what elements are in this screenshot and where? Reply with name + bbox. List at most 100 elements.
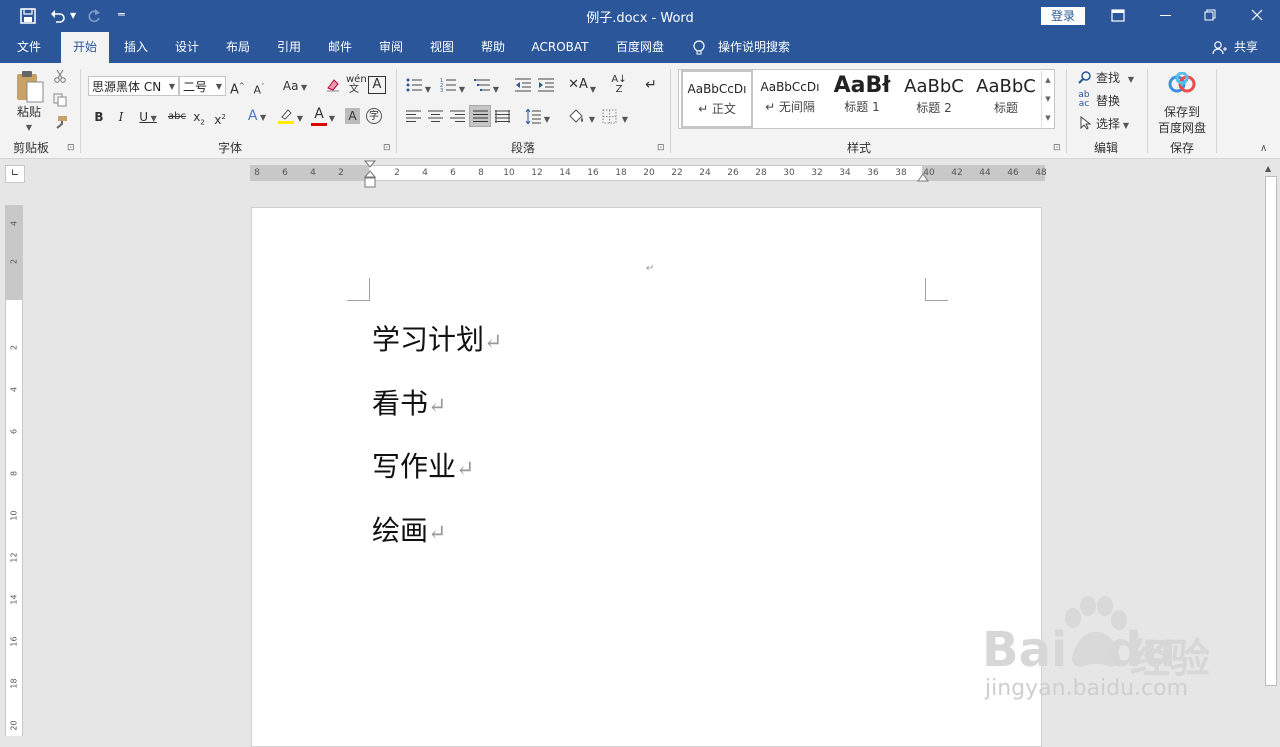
- tell-me-search[interactable]: 操作说明搜索: [714, 32, 794, 63]
- multilevel-dropdown-icon[interactable]: ▼: [492, 81, 500, 99]
- tab-selector[interactable]: ∟: [5, 165, 25, 183]
- doc-paragraph[interactable]: 写作业↵: [372, 445, 474, 485]
- paste-dropdown-icon[interactable]: ▼: [24, 119, 34, 137]
- distributed-icon[interactable]: [495, 110, 510, 123]
- customize-toolbar-icon[interactable]: ═: [118, 8, 125, 21]
- tab-layout[interactable]: 布局: [216, 32, 260, 63]
- vertical-ruler[interactable]: 4 2 2 4 6 8 10 12 14 16 18 20: [5, 205, 23, 736]
- highlight-icon[interactable]: [277, 107, 295, 125]
- tab-review[interactable]: 审阅: [369, 32, 413, 63]
- line-spacing-icon[interactable]: [525, 109, 541, 124]
- change-case-button[interactable]: Aa ▼: [281, 77, 309, 97]
- find-icon[interactable]: [1078, 71, 1091, 84]
- right-indent-marker-icon[interactable]: [917, 172, 929, 182]
- bullets-icon[interactable]: [406, 78, 422, 92]
- increase-indent-icon[interactable]: [538, 78, 554, 92]
- align-center-icon[interactable]: [428, 110, 443, 123]
- show-marks-icon[interactable]: ↵: [644, 76, 658, 94]
- save-to-netdisk-line2[interactable]: 百度网盘: [1154, 119, 1210, 137]
- replace-icon[interactable]: ab ac: [1076, 91, 1092, 109]
- numbering-icon[interactable]: 123: [440, 78, 456, 92]
- sort-icon[interactable]: A↓ Z: [610, 75, 628, 95]
- tab-file[interactable]: 文件: [8, 32, 50, 63]
- format-painter-icon[interactable]: [53, 115, 68, 130]
- scroll-up-icon[interactable]: ▲: [1265, 164, 1271, 173]
- numbering-dropdown-icon[interactable]: ▼: [458, 81, 466, 99]
- styles-scroll-up-icon[interactable]: ▲: [1041, 71, 1054, 89]
- tab-view[interactable]: 视图: [420, 32, 464, 63]
- decrease-indent-icon[interactable]: [515, 78, 531, 92]
- shading-icon[interactable]: [567, 108, 585, 126]
- style-title[interactable]: AaBbC 标题: [970, 70, 1042, 128]
- copy-icon[interactable]: [53, 93, 67, 107]
- minimize-icon[interactable]: [1160, 15, 1171, 16]
- chinese-layout-icon[interactable]: ✕A: [568, 76, 588, 94]
- font-size-combo[interactable]: 二号 ▼: [179, 76, 226, 96]
- styles-more-icon[interactable]: ▼: [1041, 109, 1054, 127]
- tab-mailings[interactable]: 邮件: [318, 32, 362, 63]
- paragraph-launcher-icon[interactable]: ⊡: [657, 143, 665, 153]
- select-cursor-icon[interactable]: [1080, 116, 1091, 130]
- font-name-combo[interactable]: 思源黑体 CN ▼: [88, 76, 179, 96]
- styles-scroll-down-icon[interactable]: ▼: [1041, 90, 1054, 108]
- tab-baidu-netdisk[interactable]: 百度网盘: [608, 32, 672, 63]
- styles-launcher-icon[interactable]: ⊡: [1053, 143, 1061, 153]
- clear-formatting-icon[interactable]: [325, 77, 341, 93]
- align-right-icon[interactable]: [450, 110, 465, 123]
- undo-dropdown-icon[interactable]: ▼: [70, 11, 76, 20]
- shading-dropdown-icon[interactable]: ▼: [588, 111, 596, 129]
- style-normal[interactable]: AaBbCcDı ↵ 正文: [681, 70, 753, 128]
- share-button[interactable]: 共享: [1229, 32, 1263, 63]
- doc-paragraph[interactable]: 绘画↵: [372, 509, 446, 549]
- chinese-layout-dropdown-icon[interactable]: ▼: [589, 81, 597, 99]
- style-heading-1[interactable]: AaBł 标题 1: [826, 70, 898, 128]
- share-person-icon[interactable]: [1212, 40, 1227, 55]
- italic-button[interactable]: I: [114, 108, 128, 126]
- doc-paragraph[interactable]: 看书↵: [372, 382, 446, 422]
- character-border-icon[interactable]: A: [368, 76, 386, 94]
- close-icon[interactable]: [1251, 9, 1263, 21]
- ribbon-display-options-icon[interactable]: [1111, 9, 1125, 22]
- borders-dropdown-icon[interactable]: ▼: [621, 111, 629, 129]
- line-spacing-dropdown-icon[interactable]: ▼: [543, 111, 551, 129]
- tab-acrobat[interactable]: ACROBAT: [526, 32, 594, 63]
- select-button[interactable]: 选择: [1094, 115, 1122, 133]
- vertical-scrollbar[interactable]: ▲: [1263, 160, 1280, 736]
- select-dropdown-icon[interactable]: ▼: [1122, 117, 1130, 135]
- strikethrough-button[interactable]: abc: [168, 108, 186, 126]
- tab-references[interactable]: 引用: [267, 32, 311, 63]
- font-launcher-icon[interactable]: ⊡: [383, 143, 391, 153]
- shrink-font-icon[interactable]: Aˇ: [252, 78, 266, 100]
- collapse-ribbon-icon[interactable]: ∧: [1260, 143, 1267, 154]
- undo-icon[interactable]: [50, 8, 66, 24]
- indent-marker-icon[interactable]: [364, 160, 376, 188]
- style-heading-2[interactable]: AaBbC 标题 2: [898, 70, 970, 128]
- grow-font-icon[interactable]: A^: [230, 77, 245, 99]
- character-shading-icon[interactable]: A: [345, 108, 360, 124]
- redo-icon[interactable]: [86, 8, 102, 24]
- bold-button[interactable]: B: [92, 108, 106, 126]
- baidu-netdisk-icon[interactable]: [1168, 72, 1196, 94]
- align-left-icon[interactable]: [406, 110, 421, 123]
- restore-icon[interactable]: [1204, 9, 1216, 21]
- tab-home[interactable]: 开始: [61, 32, 109, 63]
- phonetic-guide-icon[interactable]: wén 文: [346, 75, 367, 95]
- tab-design[interactable]: 设计: [165, 32, 209, 63]
- find-button[interactable]: 查找: [1094, 69, 1122, 87]
- paste-icon[interactable]: [14, 70, 46, 104]
- replace-button[interactable]: 替换: [1094, 92, 1122, 110]
- style-no-spacing[interactable]: AaBbCcDı ↵ 无间隔: [754, 70, 826, 128]
- font-color-dropdown-icon[interactable]: ▼: [328, 110, 336, 128]
- enclose-characters-icon[interactable]: 字: [366, 108, 382, 124]
- clipboard-launcher-icon[interactable]: ⊡: [67, 143, 75, 153]
- bullets-dropdown-icon[interactable]: ▼: [424, 81, 432, 99]
- find-dropdown-icon[interactable]: ▼: [1127, 71, 1135, 89]
- underline-button[interactable]: U ▼: [136, 108, 160, 128]
- login-button[interactable]: 登录: [1041, 7, 1085, 25]
- highlight-dropdown-icon[interactable]: ▼: [296, 110, 304, 128]
- font-color-button[interactable]: A: [311, 105, 327, 123]
- tab-insert[interactable]: 插入: [114, 32, 158, 63]
- tab-help[interactable]: 帮助: [471, 32, 515, 63]
- save-icon[interactable]: [20, 8, 36, 24]
- cut-icon[interactable]: [53, 69, 67, 83]
